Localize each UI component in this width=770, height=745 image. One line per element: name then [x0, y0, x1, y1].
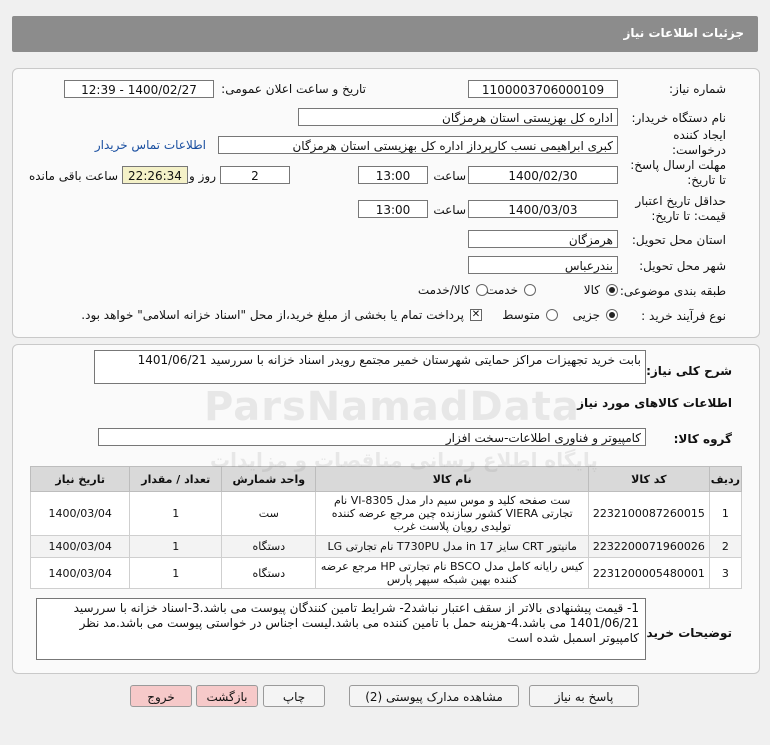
buyer-contact-link[interactable]: اطلاعات تماس خریدار: [95, 138, 206, 152]
validity-date-field[interactable]: 1400/03/03: [468, 200, 618, 218]
deadline-time-field[interactable]: 13:00: [358, 166, 428, 184]
item-unit: دستگاه: [221, 557, 317, 589]
table-row: 3 2231200005480001 کیس رایانه کامل مدل B…: [29, 557, 743, 589]
page-title: جزئیات اطلاعات نیاز: [623, 26, 744, 40]
category-radio-goods[interactable]: [606, 284, 618, 296]
item-unit: دستگاه: [221, 535, 317, 558]
item-quantity: 1: [129, 491, 223, 536]
item-quantity: 1: [129, 557, 223, 589]
buyer-notes-field: 1- قیمت پیشنهادی بالاتر از سقف اعتبار نب…: [36, 598, 646, 660]
province-label: استان محل تحویل:: [631, 233, 726, 247]
treasury-payment-checkbox[interactable]: ✕: [470, 309, 482, 321]
creator-field[interactable]: کبری ابراهیمی نسب کارپرداز اداره کل بهزی…: [218, 136, 618, 154]
item-unit: ست: [221, 491, 317, 536]
table-row: 2 2232200071960026 مانیتور CRT سایز 17 i…: [29, 535, 743, 558]
attachments-button[interactable]: مشاهده مدارک پیوستی (2): [349, 685, 519, 707]
back-button[interactable]: بازگشت: [196, 685, 258, 707]
table-row: 1 2232100087260015 ست صفحه کلید و موس سی…: [29, 491, 743, 536]
category-option-both: کالا/خدمت: [417, 283, 470, 297]
goods-info-title: اطلاعات کالاهای مورد نیاز: [577, 396, 732, 410]
item-name: مانیتور CRT سایز 17 in مدل T730PU نام تج…: [315, 535, 589, 558]
col-name: نام کالا: [315, 466, 589, 492]
process-label: نوع فرآیند خرید :: [641, 309, 726, 323]
exit-button[interactable]: خروج: [130, 685, 192, 707]
buyer-label: نام دستگاه خریدار:: [631, 111, 727, 125]
validity-label: حداقل تاریخ اعتبار قیمت: تا تاریخ:: [635, 194, 726, 223]
summary-field: بابت خرید تجهیزات مراکز حمایتی شهرستان خ…: [94, 350, 646, 384]
category-radio-service[interactable]: [524, 284, 536, 296]
deadline-time-label: ساعت: [433, 169, 466, 183]
process-option-medium: متوسط: [502, 308, 540, 322]
process-radio-minor[interactable]: [606, 309, 618, 321]
announce-label: تاریخ و ساعت اعلان عمومی:: [221, 82, 366, 96]
goods-group-label: گروه کالا:: [673, 432, 732, 446]
row-number: 3: [708, 557, 743, 589]
days-label: روز و: [189, 169, 216, 183]
goods-group-field[interactable]: کامپیوتر و فناوری اطلاعات-سخت افزار: [98, 428, 646, 446]
row-number: 1: [708, 491, 743, 536]
city-field[interactable]: بندرعباس: [468, 256, 618, 274]
col-row: ردیف: [708, 466, 743, 492]
item-name: کیس رایانه کامل مدل BSCO نام تجارتی HP م…: [315, 557, 589, 589]
item-code: 2232200071960026: [587, 535, 710, 558]
item-need-date: 1400/03/04: [29, 557, 131, 589]
deadline-date-field[interactable]: 1400/02/30: [468, 166, 618, 184]
print-button[interactable]: چاپ: [263, 685, 325, 707]
announce-field[interactable]: 1400/02/27 - 12:39: [64, 80, 214, 98]
time-remaining-field: 22:26:34: [122, 166, 188, 184]
validity-time-label: ساعت: [433, 203, 466, 217]
item-code: 2232100087260015: [587, 491, 710, 536]
page-header: جزئیات اطلاعات نیاز: [12, 16, 758, 52]
summary-label: شرح کلی نیاز:: [646, 364, 732, 378]
process-option-minor: جزیی: [572, 308, 600, 322]
item-name: ست صفحه کلید و موس سیم دار مدل VI-8305 ن…: [315, 491, 589, 536]
col-code: کد کالا: [587, 466, 710, 492]
row-number: 2: [708, 535, 743, 558]
item-need-date: 1400/03/04: [29, 535, 131, 558]
validity-time-field[interactable]: 13:00: [358, 200, 428, 218]
category-radio-both[interactable]: [476, 284, 488, 296]
province-field[interactable]: هرمزگان: [468, 230, 618, 248]
reply-button[interactable]: پاسخ به نیاز: [529, 685, 639, 707]
goods-table: ردیف کد کالا نام کالا واحد شمارش تعداد /…: [29, 466, 743, 589]
need-number-field[interactable]: 1100003706000109: [468, 80, 618, 98]
item-quantity: 1: [129, 535, 223, 558]
item-need-date: 1400/03/04: [29, 491, 131, 536]
goods-table-header: ردیف کد کالا نام کالا واحد شمارش تعداد /…: [29, 466, 743, 492]
need-number-label: شماره نیاز:: [669, 82, 726, 96]
creator-label: ایجاد کننده درخواست:: [672, 128, 726, 157]
remaining-label: ساعت باقی مانده: [28, 169, 118, 183]
city-label: شهر محل تحویل:: [639, 259, 726, 273]
category-label: طبقه بندی موضوعی:: [619, 284, 726, 298]
col-unit: واحد شمارش: [221, 466, 317, 492]
days-remaining-field[interactable]: 2: [220, 166, 290, 184]
deadline-label: مهلت ارسال پاسخ: تا تاریخ:: [630, 158, 726, 187]
category-option-goods: کالا: [583, 283, 600, 297]
col-need-date: تاریخ نیاز: [29, 466, 131, 492]
treasury-payment-note: پرداخت تمام یا بخشی از مبلغ خرید،از محل …: [81, 308, 464, 322]
process-radio-medium[interactable]: [546, 309, 558, 321]
item-code: 2231200005480001: [587, 557, 710, 589]
col-quantity: تعداد / مقدار: [129, 466, 223, 492]
category-option-service: خدمت: [486, 283, 518, 297]
buyer-field[interactable]: اداره کل بهزیستی استان هرمزگان: [298, 108, 618, 126]
